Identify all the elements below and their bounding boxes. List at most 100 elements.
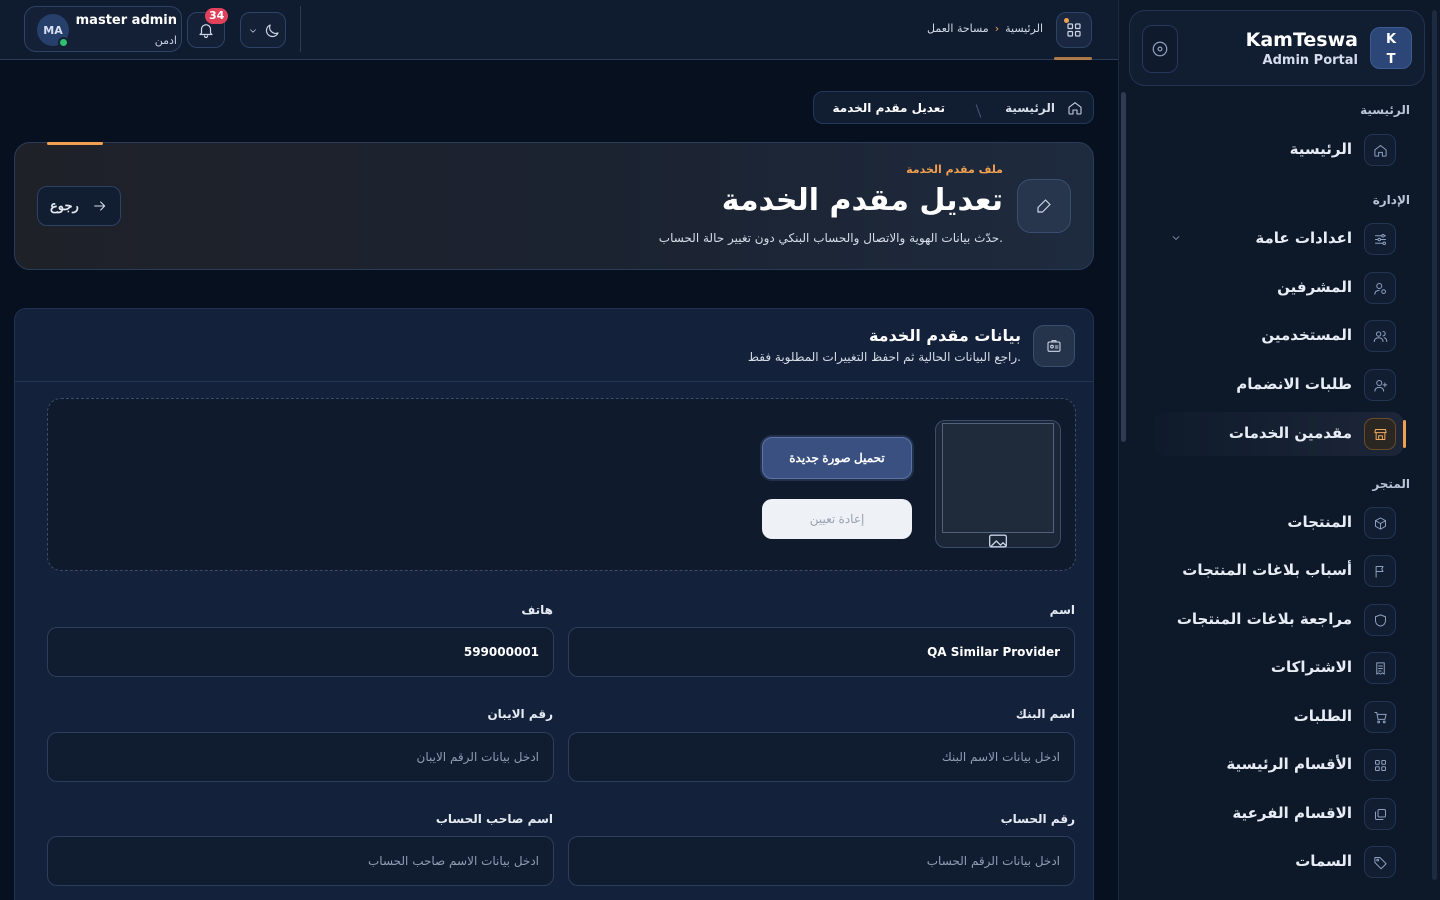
upload-image-button[interactable]: تحميل صورة جديدة [762,437,912,479]
chevron-down-icon [248,26,258,36]
sidebar-item-label: الأقسام الرئيسية [1226,755,1352,773]
home-icon[interactable] [1067,100,1083,116]
chevron-left-icon: ‹ [994,22,1000,35]
breadcrumb-current: مساحة العمل [927,22,989,35]
name-field[interactable]: QA Similar Provider [568,627,1075,677]
back-button[interactable]: رجوع [37,186,121,226]
section-title-admin: الإدارة [1372,193,1410,207]
sidebar: K T KamTeswa Admin Portal الرئيسية الرئي… [1118,0,1440,900]
sliders-icon [1364,223,1396,255]
sidebar-item-service-providers[interactable]: مقدمين الخدمات [1154,412,1406,456]
sidebar-item-products[interactable]: المنتجات [1154,501,1404,545]
accent-bar [47,142,103,145]
breadcrumb: الرئيسية تعديل مقدم الخدمة [813,91,1094,124]
user-menu[interactable]: MA master admin ادمن [24,6,182,52]
main-scrollbar[interactable] [1121,92,1126,442]
user-gear-icon [1364,272,1396,304]
image-upload-zone[interactable]: تحميل صورة جديدة إعادة تعيين [47,398,1076,571]
sidebar-item-label: طلبات الانضمام [1236,375,1352,393]
account-holder-field-label: اسم صاحب الحساب [435,812,553,826]
box-icon [1364,507,1396,539]
page-kicker: ملف مقدم الخدمة [906,163,1003,176]
iban-field[interactable]: ادخل بيانات الرقم الايبان [47,732,554,782]
sidebar-item-orders[interactable]: الطلبات [1154,695,1404,739]
section-title-store: المتجر [1372,477,1410,491]
sidebar-item-sub-categories[interactable]: الاقسام الفرعية [1154,792,1404,836]
form-header: بيانات مقدم الخدمة راجع البيانات الحالية… [15,309,1093,382]
apps-active-indicator [1054,57,1092,60]
user-role: ادمن [154,34,177,47]
sidebar-item-users[interactable]: المستخدمين [1154,314,1404,358]
divider [300,6,301,52]
home-icon [1364,134,1396,166]
grid-icon [1364,749,1396,781]
account-holder-field[interactable]: ادخل بيانات الاسم صاحب الحساب [47,836,554,886]
provider-form-card: بيانات مقدم الخدمة راجع البيانات الحالية… [14,308,1094,900]
page-title: تعديل مقدم الخدمة [721,183,1003,218]
sidebar-item-label: أسباب بلاغات المنتجات [1182,561,1352,579]
sidebar-item-label: اعدادات عامة [1255,229,1352,247]
shield-icon [1364,604,1396,636]
sidebar-item-supervisors[interactable]: المشرفين [1154,266,1404,310]
name-field-label: اسم [1049,603,1075,617]
receipt-icon [1364,652,1396,684]
sidebar-scrollbar[interactable] [1432,10,1437,880]
cart-icon [1364,701,1396,733]
account-number-field[interactable]: ادخل بيانات الرقم الحساب [568,836,1075,886]
chevron-down-icon[interactable] [1170,232,1182,244]
users-icon [1364,320,1396,352]
store-icon [1364,418,1396,450]
sidebar-item-label: الطلبات [1293,707,1352,725]
sidebar-item-label: المشرفين [1277,278,1352,296]
reset-image-button[interactable]: إعادة تعيين [762,499,912,539]
arrow-right-icon [92,198,108,214]
apps-button[interactable] [1056,12,1092,48]
user-name: master admin [75,13,177,28]
sidebar-item-report-reasons[interactable]: أسباب بلاغات المنتجات [1154,549,1404,593]
phone-field[interactable]: 599000001 [47,627,554,677]
topbar: MA master admin ادمن 34 الرئيسية ‹ مساحة ا… [0,0,1118,60]
image-icon [988,534,1008,548]
brand-name: KamTeswa [1245,29,1358,51]
breadcrumb-current: تعديل مقدم الخدمة [832,101,945,115]
sidebar-toggle-button[interactable] [1142,25,1178,73]
dashboard-grid-icon [1065,21,1083,39]
sidebar-item-attributes[interactable]: السمات [1154,840,1404,884]
id-card-icon [1033,325,1075,367]
image-placeholder [942,423,1054,533]
bank-name-field-label: اسم البنك [1015,707,1075,721]
breadcrumb-home-link[interactable]: الرئيسية [1005,22,1043,35]
form-subtitle: راجع البيانات الحالية ثم احفظ التغييرات … [747,350,1021,364]
flag-icon [1364,555,1396,587]
sidebar-item-main-categories[interactable]: الأقسام الرئيسية [1154,743,1404,787]
sidebar-item-label: السمات [1295,852,1352,870]
back-button-label: رجوع [50,198,79,213]
sidebar-item-settings[interactable]: اعدادات عامة [1154,217,1404,261]
brand-card: K T KamTeswa Admin Portal [1129,10,1425,86]
topbar-breadcrumb: الرئيسية ‹ مساحة العمل [927,22,1043,35]
sidebar-item-label: الرئيسية [1289,140,1352,158]
layers-icon [1364,798,1396,830]
sidebar-item-label: المنتجات [1287,513,1352,531]
apps-indicator-dot [1064,18,1069,23]
online-status-dot [58,37,69,48]
moon-icon [263,22,281,40]
tag-icon [1364,846,1396,878]
page-description: حدّث بيانات الهوية والاتصال والحساب البن… [658,231,1003,245]
sidebar-item-subscriptions[interactable]: الاشتراكات [1154,646,1404,690]
sidebar-item-join-requests[interactable]: طلبات الانضمام [1154,363,1404,407]
brand-subtitle: Admin Portal [1262,53,1358,68]
sidebar-item-label: مقدمين الخدمات [1228,424,1352,442]
iban-field-label: رقم الايبان [487,707,553,721]
circle-dot-icon [1151,40,1169,58]
sidebar-item-label: الاشتراكات [1270,658,1352,676]
user-plus-icon [1364,369,1396,401]
theme-toggle-button[interactable] [240,12,286,48]
breadcrumb-separator [975,104,982,118]
breadcrumb-home-link[interactable]: الرئيسية [1005,101,1055,115]
account-number-field-label: رقم الحساب [1000,812,1075,826]
bank-name-field[interactable]: ادخل بيانات الاسم البنك [568,732,1075,782]
sidebar-item-home[interactable]: الرئيسية [1154,128,1404,172]
sidebar-item-label: مراجعة بلاغات المنتجات [1176,610,1352,628]
sidebar-item-report-review[interactable]: مراجعة بلاغات المنتجات [1154,598,1404,642]
